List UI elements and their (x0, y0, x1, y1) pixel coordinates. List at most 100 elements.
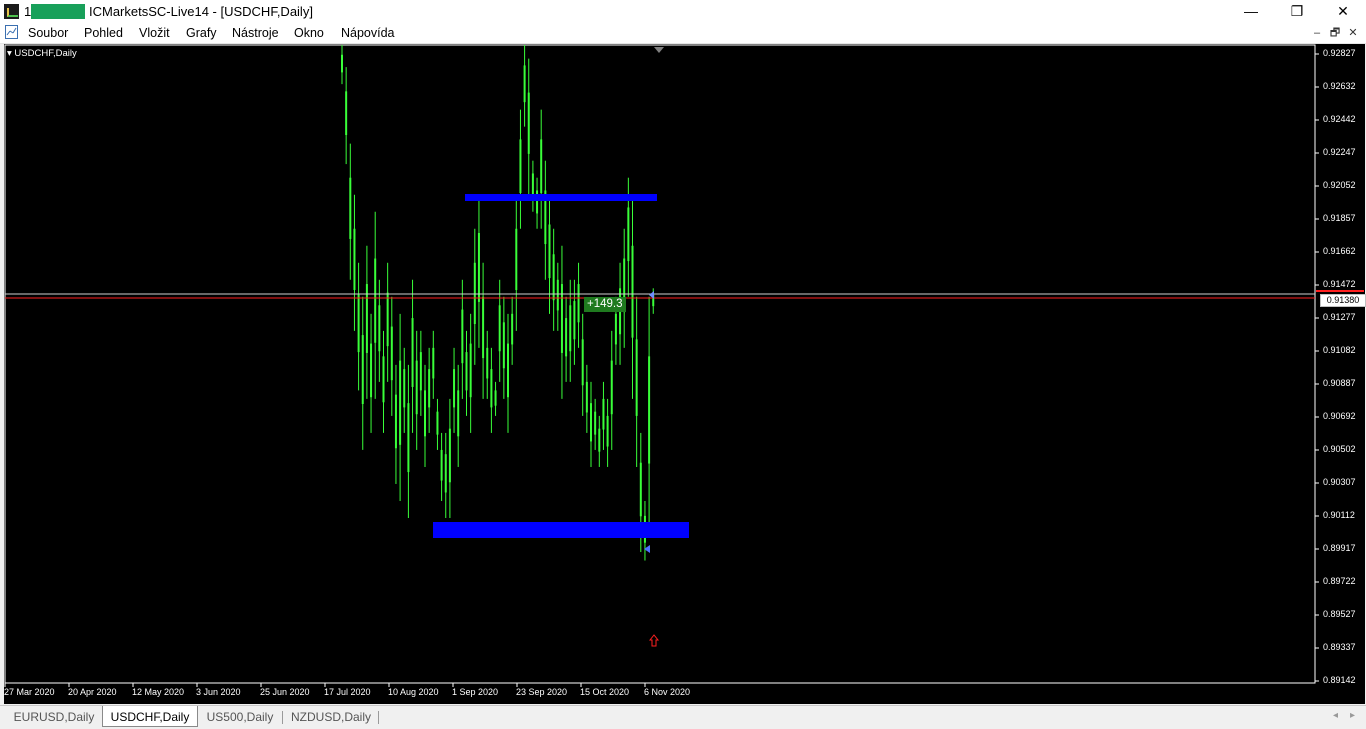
price-axis-label: 0.91472 (1323, 279, 1356, 289)
menu-tools[interactable]: Nástroje (232, 26, 279, 40)
price-chart[interactable] (4, 44, 1365, 704)
menu-window[interactable]: Okno (294, 26, 324, 40)
redacted-account-number (31, 4, 85, 19)
candle-body (577, 284, 580, 323)
chart-window[interactable]: ▾ USDCHF,Daily +149.3 0.92827 0.92632 0.… (4, 44, 1366, 704)
price-axis-label: 0.92247 (1323, 147, 1356, 157)
candle-body (585, 381, 588, 413)
close-icon: ✕ (1337, 3, 1349, 19)
menu-charts[interactable]: Grafy (186, 26, 217, 40)
date-axis-label: 17 Jul 2020 (324, 687, 371, 697)
candle-body (457, 390, 460, 437)
resistance-zone[interactable] (465, 194, 657, 201)
price-axis-label: 0.90307 (1323, 477, 1356, 487)
candle-body (407, 403, 410, 473)
menu-view[interactable]: Pohled (84, 26, 123, 40)
tab-scroll-left-icon[interactable]: ◂ (1333, 710, 1338, 721)
price-axis-label: 0.92632 (1323, 81, 1356, 91)
restore-button[interactable]: ❐ (1274, 0, 1320, 23)
mdi-restore-button[interactable]: 🗗 (1328, 27, 1342, 40)
date-axis-label: 1 Sep 2020 (452, 687, 499, 697)
candle-body (453, 369, 456, 408)
candle-body (648, 356, 651, 464)
price-axis-label: 0.90502 (1323, 444, 1356, 454)
candle-body (399, 360, 402, 445)
mdi-close-button[interactable]: ✕ (1346, 27, 1360, 40)
date-axis-label: 12 May 2020 (132, 687, 185, 697)
candle-body (610, 360, 613, 415)
candle-body (639, 462, 642, 517)
price-axis-label: 0.92052 (1323, 180, 1356, 190)
window-title: ICMarketsSC-Live14 - [USDCHF,Daily] (89, 4, 313, 19)
candle-body (432, 347, 435, 379)
date-axis-label: 25 Jun 2020 (260, 687, 310, 697)
support-zone[interactable] (433, 522, 689, 538)
candle-body (357, 294, 360, 353)
price-axis-label: 0.90887 (1323, 378, 1356, 388)
candle-body (428, 369, 431, 408)
price-axis-label: 0.90112 (1323, 510, 1355, 520)
tab-nzdusd-daily[interactable]: NZDUSD,Daily (286, 708, 376, 726)
candle-body (482, 296, 485, 359)
candle-body (378, 305, 381, 352)
menu-file[interactable]: Soubor (28, 26, 68, 40)
tab-scroll-right-icon[interactable]: ▸ (1350, 710, 1355, 721)
candle-body (461, 309, 464, 364)
candle-body (345, 91, 348, 135)
close-button[interactable]: ✕ (1320, 0, 1366, 23)
price-axis-label: 0.91277 (1323, 312, 1356, 322)
price-axis-label: 0.89722 (1323, 576, 1356, 586)
candle-body (469, 343, 472, 398)
price-axis-label: 0.89142 (1323, 675, 1356, 685)
candle-body (540, 139, 543, 194)
price-axis-label: 0.91857 (1323, 213, 1356, 223)
candle-body (473, 262, 476, 325)
candle-body (477, 232, 480, 302)
candle-body (590, 403, 592, 442)
candle-body (635, 339, 638, 416)
date-axis-label: 3 Jun 2020 (196, 687, 241, 697)
date-axis-label: 20 Apr 2020 (68, 687, 117, 697)
tab-separator (282, 711, 283, 724)
price-axis-label: 0.89337 (1323, 642, 1356, 652)
candle-body (606, 415, 609, 447)
candle-body (556, 279, 559, 311)
chart-shift-marker-icon[interactable] (654, 47, 664, 53)
price-axis-label: 0.89917 (1323, 543, 1356, 553)
candle-body (581, 339, 584, 386)
date-axis-label: 6 Nov 2020 (644, 687, 691, 697)
candle-body (511, 313, 514, 345)
candle-body (627, 207, 630, 262)
mdi-minimize-button[interactable]: – (1310, 27, 1324, 40)
candle-body (361, 335, 364, 404)
app-icon (4, 4, 19, 19)
price-axis-label: 0.91082 (1323, 345, 1356, 355)
menu-help[interactable]: Nápovída (341, 26, 395, 40)
candle-body (411, 318, 414, 387)
candle-body (374, 258, 377, 343)
tab-separator (378, 711, 379, 724)
candle-body (594, 411, 597, 435)
date-axis-label: 15 Oct 2020 (580, 687, 630, 697)
date-axis-label: 10 Aug 2020 (388, 687, 439, 697)
candle-body (602, 398, 605, 430)
minimize-icon: — (1244, 3, 1258, 19)
collapse-triangle-icon[interactable]: ▾ (7, 48, 12, 59)
date-axis-label: 27 Mar 2020 (4, 687, 55, 697)
candle-body (498, 305, 501, 352)
candle-body (390, 326, 393, 381)
candle-body (490, 369, 493, 408)
candle-body (548, 224, 551, 279)
date-axis-label: 23 Sep 2020 (516, 687, 568, 697)
tab-usdchf-daily[interactable]: USDCHF,Daily (102, 706, 198, 727)
candle-body (519, 139, 522, 194)
menu-insert[interactable]: Vložit (139, 26, 170, 40)
chart-window-icon[interactable] (5, 25, 18, 39)
current-price-label: 0.91380 (1320, 294, 1366, 307)
candle-body (403, 369, 406, 408)
minimize-button[interactable]: — (1228, 0, 1274, 23)
candle-body (573, 301, 576, 340)
tab-eurusd-daily[interactable]: EURUSD,Daily (10, 708, 98, 726)
tab-us500-daily[interactable]: US500,Daily (200, 708, 280, 726)
candle-body (444, 454, 447, 493)
